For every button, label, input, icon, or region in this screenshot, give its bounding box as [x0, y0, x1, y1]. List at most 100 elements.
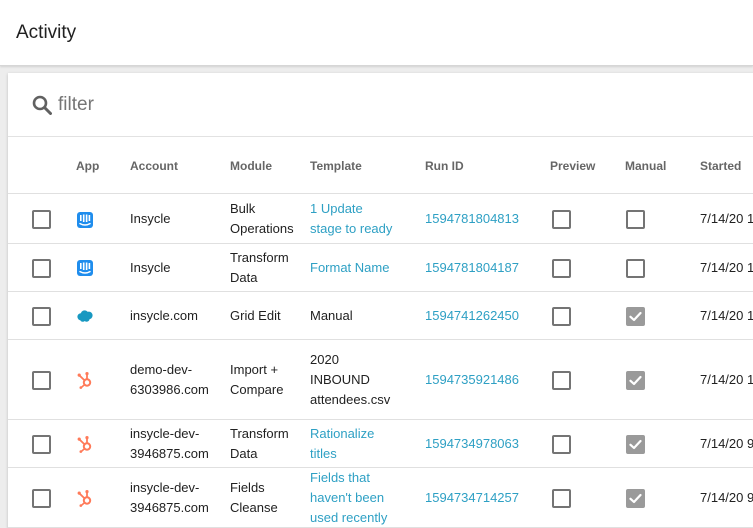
- started-cell: 7/14/20 1: [700, 211, 753, 226]
- template-cell: Manual: [310, 292, 353, 339]
- column-header-started[interactable]: Started: [700, 159, 741, 173]
- template-link-line[interactable]: 1 Update: [310, 199, 392, 219]
- template-link-line[interactable]: haven't been: [310, 488, 387, 508]
- filter-bar: [8, 73, 753, 137]
- table-row[interactable]: Insycle Transform Data Format Name 159478180…: [8, 244, 753, 292]
- preview-checkbox: [552, 259, 571, 278]
- check-icon: [629, 493, 642, 504]
- template-link-line[interactable]: Format Name: [310, 258, 389, 278]
- column-header-app[interactable]: App: [76, 159, 99, 173]
- module-cell-line: Fields: [230, 479, 265, 495]
- run-id-link[interactable]: 1594781804187: [425, 244, 519, 291]
- module-cell-line: Data: [230, 445, 258, 461]
- row-select-checkbox[interactable]: [32, 259, 51, 278]
- column-header-manual[interactable]: Manual: [625, 159, 666, 173]
- account-cell: insycle.com: [130, 292, 198, 339]
- account-cell: insycle-dev- 3946875.com: [130, 420, 209, 467]
- account-cell-line: Insycle: [130, 211, 171, 226]
- check-icon: [629, 311, 642, 322]
- account-cell-line: 6303986.com: [130, 381, 209, 397]
- table-row[interactable]: insycle-dev- 3946875.com Transform Data Rati…: [8, 420, 753, 468]
- template-link-line[interactable]: used recently: [310, 508, 387, 528]
- preview-checkbox: [552, 307, 571, 326]
- module-cell-line: Operations: [230, 221, 294, 236]
- preview-checkbox: [552, 489, 571, 508]
- run-id-link[interactable]: 1594734978063: [425, 420, 519, 467]
- account-cell-line: 3946875.com: [130, 445, 209, 461]
- row-select-checkbox[interactable]: [32, 435, 51, 454]
- column-header-module[interactable]: Module: [230, 159, 272, 173]
- table-row[interactable]: Insycle Bulk Operations 1 Update stage to re…: [8, 195, 753, 244]
- search-icon: [32, 95, 52, 115]
- template-link[interactable]: Fields that haven't been used recently: [310, 468, 387, 527]
- manual-checkbox: [626, 371, 645, 390]
- template-cell-line: Manual: [310, 307, 353, 323]
- template-link-line[interactable]: titles: [310, 444, 374, 464]
- template-link[interactable]: Rationalize titles: [310, 420, 374, 467]
- intercom-icon: [76, 259, 94, 277]
- table-row[interactable]: insycle-dev- 3946875.com Fields Cleanse Fiel…: [8, 468, 753, 528]
- started-cell: 7/14/20 1: [700, 307, 753, 323]
- template-cell: 2020 INBOUND attendees.csv: [310, 340, 390, 419]
- module-cell-line: Bulk: [230, 201, 256, 216]
- check-icon: [629, 439, 642, 450]
- module-cell-line: Grid Edit: [230, 307, 281, 323]
- table-row[interactable]: demo-dev- 6303986.com Import + Compare 2020 I…: [8, 340, 753, 420]
- manual-checkbox: [626, 489, 645, 508]
- run-id-link[interactable]: 1594734714257: [425, 468, 519, 527]
- account-cell-line: insycle-dev-: [130, 425, 200, 441]
- account-cell: Insycle: [130, 244, 170, 291]
- row-select-checkbox[interactable]: [32, 489, 51, 508]
- manual-checkbox: [626, 210, 645, 229]
- account-cell: Insycle: [130, 195, 170, 243]
- account-cell-line: demo-dev-: [130, 361, 193, 377]
- module-cell: Bulk Operations: [230, 195, 294, 243]
- template-link-line[interactable]: stage to ready: [310, 219, 392, 239]
- account-cell: insycle-dev- 3946875.com: [130, 468, 209, 527]
- module-cell-line: Compare: [230, 381, 284, 397]
- account-cell-line: Insycle: [130, 259, 171, 275]
- run-id-link[interactable]: 1594741262450: [425, 292, 519, 339]
- account-cell: demo-dev- 6303986.com: [130, 340, 209, 419]
- module-cell: Transform Data: [230, 420, 289, 467]
- module-cell: Transform Data: [230, 244, 289, 291]
- preview-checkbox: [552, 371, 571, 390]
- manual-checkbox: [626, 435, 645, 454]
- module-cell-line: Transform: [230, 249, 289, 265]
- filter-input[interactable]: [58, 88, 358, 122]
- page-title: Activity: [16, 22, 77, 43]
- account-cell-line: insycle.com: [130, 307, 198, 323]
- page-header: Activity: [0, 0, 753, 66]
- started-cell: 7/14/20 1: [700, 259, 753, 275]
- template-link-line[interactable]: Fields that: [310, 468, 387, 488]
- row-select-checkbox[interactable]: [32, 307, 51, 326]
- check-icon: [629, 375, 642, 386]
- column-header-account[interactable]: Account: [130, 159, 178, 173]
- module-cell-line: Import +: [230, 361, 279, 377]
- preview-checkbox: [552, 435, 571, 454]
- table-header: App Account Module Template Run ID Previ…: [8, 138, 753, 194]
- row-select-checkbox[interactable]: [32, 210, 51, 229]
- table-row[interactable]: insycle.com Grid Edit Manual 1594741262450 7…: [8, 292, 753, 340]
- started-cell: 7/14/20 9: [700, 489, 753, 505]
- template-link-line[interactable]: Rationalize: [310, 424, 374, 444]
- intercom-icon: [76, 211, 94, 229]
- hubspot-icon: [76, 371, 94, 389]
- column-header-template[interactable]: Template: [310, 159, 362, 173]
- template-cell-line: INBOUND: [310, 371, 370, 387]
- module-cell: Fields Cleanse: [230, 468, 278, 527]
- template-link[interactable]: Format Name: [310, 244, 389, 291]
- column-header-preview[interactable]: Preview: [550, 159, 595, 173]
- run-id-link[interactable]: 1594781804813: [425, 195, 519, 243]
- account-cell-line: 3946875.com: [130, 499, 209, 515]
- template-link[interactable]: 1 Update stage to ready: [310, 195, 392, 243]
- started-cell: 7/14/20 1: [700, 371, 753, 387]
- template-cell-line: 2020: [310, 351, 339, 367]
- row-select-checkbox[interactable]: [32, 371, 51, 390]
- account-cell-line: insycle-dev-: [130, 479, 200, 495]
- column-header-run-id[interactable]: Run ID: [425, 159, 464, 173]
- run-id-link[interactable]: 1594735921486: [425, 340, 519, 419]
- manual-checkbox: [626, 259, 645, 278]
- salesforce-icon: [76, 307, 94, 325]
- started-cell: 7/14/20 9: [700, 435, 753, 451]
